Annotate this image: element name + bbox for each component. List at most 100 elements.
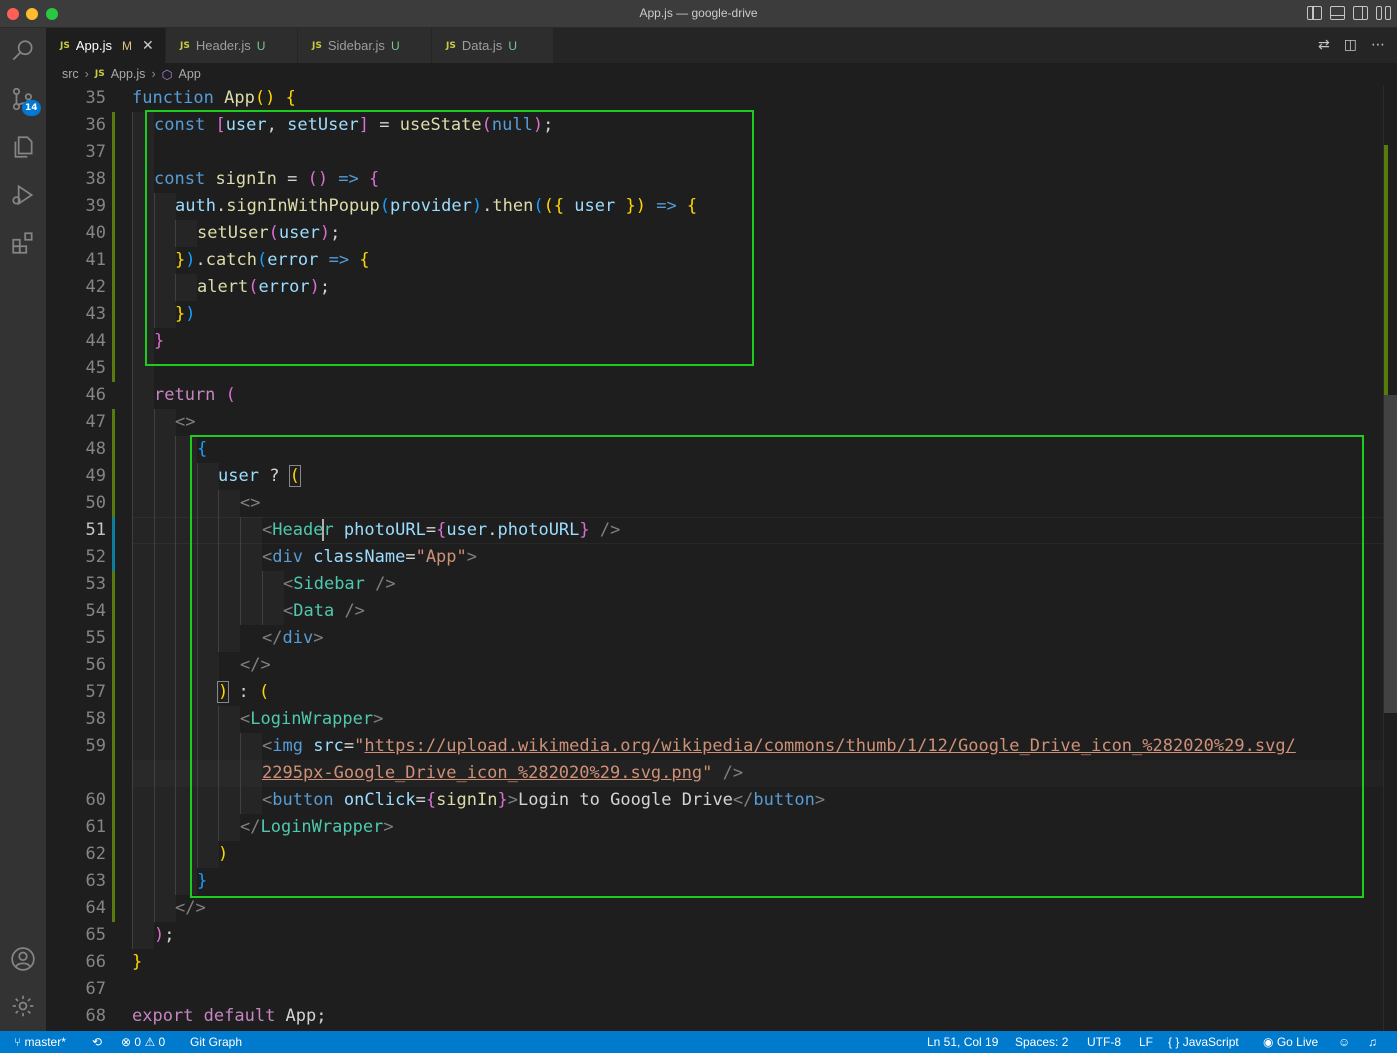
code-line: }	[132, 952, 143, 972]
braces-icon: { }	[1168, 1035, 1180, 1049]
status-bar: ⑂ master* ⟲ ⊗ 0 ⚠ 0 Git Graph Ln 51, Col…	[0, 1031, 1397, 1053]
extensions-icon[interactable]	[0, 220, 46, 266]
explorer-search-icon[interactable]	[0, 28, 46, 74]
scrollbar-thumb[interactable]	[1384, 395, 1397, 713]
line-number: 35	[85, 88, 106, 108]
go-live-button[interactable]: ◉ Go Live	[1263, 1035, 1318, 1049]
line-number: 41	[85, 250, 106, 270]
tab-data-js[interactable]: JS Data.js U	[432, 28, 554, 63]
tab-sidebar-js[interactable]: JS Sidebar.js U	[298, 28, 432, 63]
tab-label: App.js	[75, 38, 112, 53]
language-mode[interactable]: { } JavaScript	[1168, 1035, 1239, 1049]
tab-label: Data.js	[461, 38, 503, 53]
symbol-component-icon: ⬡	[161, 67, 173, 82]
tab-modified-indicator: M	[121, 38, 132, 53]
code-line: </>	[175, 898, 206, 918]
line-number: 66	[85, 952, 106, 972]
line-number: 62	[85, 844, 106, 864]
line-number: 56	[85, 655, 106, 675]
highlight-box-signin	[145, 110, 754, 366]
branch-status[interactable]: ⑂ master*	[14, 1035, 66, 1049]
breadcrumb-symbol[interactable]: App	[179, 67, 201, 81]
feedback-icon[interactable]: ☺	[1338, 1035, 1350, 1049]
line-number: 49	[85, 466, 106, 486]
line-number: 47	[85, 412, 106, 432]
line-number: 37	[85, 142, 106, 162]
line-number: 58	[85, 709, 106, 729]
tab-untracked-indicator: U	[508, 38, 517, 53]
line-number: 60	[85, 790, 106, 810]
cursor-position[interactable]: Ln 51, Col 19	[927, 1035, 998, 1049]
highlight-box-render	[190, 435, 1364, 898]
line-number: 54	[85, 601, 106, 621]
indentation-status[interactable]: Spaces: 2	[1015, 1035, 1068, 1049]
line-number: 38	[85, 169, 106, 189]
git-branch-icon: ⑂	[14, 1035, 22, 1049]
toggle-panel-icon[interactable]	[1330, 6, 1345, 20]
encoding-status[interactable]: UTF-8	[1087, 1035, 1121, 1049]
line-number: 48	[85, 439, 106, 459]
source-control-icon[interactable]: 14	[0, 76, 46, 122]
javascript-file-icon: JS	[446, 40, 456, 51]
line-number: 51	[85, 520, 106, 540]
layout-controls	[1307, 6, 1391, 20]
chevron-right-icon: ›	[151, 67, 156, 81]
line-number: 53	[85, 574, 106, 594]
code-line: function App() {	[132, 88, 296, 108]
run-debug-icon[interactable]	[0, 172, 46, 218]
javascript-file-icon: JS	[94, 69, 105, 79]
line-number: 65	[85, 925, 106, 945]
accounts-icon[interactable]	[0, 936, 46, 982]
line-number: 61	[85, 817, 106, 837]
error-icon: ⊗	[121, 1035, 132, 1049]
toggle-primary-sidebar-icon[interactable]	[1307, 6, 1322, 20]
title-bar: App.js — google-drive	[0, 0, 1397, 28]
javascript-file-icon: JS	[60, 40, 70, 51]
customize-layout-icon[interactable]	[1376, 6, 1391, 20]
eol-status[interactable]: LF	[1139, 1035, 1153, 1049]
chevron-right-icon: ›	[84, 67, 89, 81]
git-graph-button[interactable]: Git Graph	[190, 1035, 242, 1049]
line-number: 39	[85, 196, 106, 216]
breadcrumb-file[interactable]: App.js	[111, 67, 146, 81]
tab-app-js[interactable]: JS App.js M ✕	[46, 28, 166, 63]
code-line: return (	[154, 385, 236, 405]
tab-label: Sidebar.js	[327, 38, 385, 53]
code-editor[interactable]: 35 36 37 38 39 40 41 42 43 44 45 46 47 48 49 50 51 52 53 54…	[46, 85, 1397, 1031]
scrollbar-change-marker	[1384, 145, 1388, 395]
line-number: 40	[85, 223, 106, 243]
problems-status[interactable]: ⊗ 0 ⚠ 0	[121, 1035, 165, 1049]
line-number: 68	[85, 1006, 106, 1026]
explorer-icon[interactable]	[0, 124, 46, 170]
indent-guide	[154, 409, 176, 922]
breadcrumb: src › JS App.js › ⬡ App	[46, 63, 1397, 85]
line-number: 67	[85, 979, 106, 999]
line-number: 63	[85, 871, 106, 891]
close-icon[interactable]: ✕	[142, 37, 154, 54]
warning-icon: ⚠	[144, 1035, 156, 1049]
more-actions-icon[interactable]: ⋯	[1371, 37, 1385, 53]
toggle-secondary-sidebar-icon[interactable]	[1353, 6, 1368, 20]
code-line: export default App;	[132, 1006, 327, 1026]
line-number: 55	[85, 628, 106, 648]
sync-icon[interactable]: ⟲	[92, 1035, 102, 1049]
line-number: 45	[85, 358, 106, 378]
line-number-gutter: 35 36 37 38 39 40 41 42 43 44 45 46 47 48 49 50 51 52 53 54…	[46, 85, 114, 1031]
line-number: 59	[85, 736, 106, 756]
settings-gear-icon[interactable]	[0, 983, 46, 1029]
notifications-bell-icon[interactable]: ♫	[1368, 1035, 1377, 1049]
git-added-decoration	[112, 571, 115, 922]
breadcrumb-folder[interactable]: src	[62, 67, 79, 81]
git-modified-decoration	[112, 517, 115, 571]
editor-tab-bar: JS App.js M ✕ JS Header.js U JS Sidebar.…	[46, 28, 1397, 63]
tab-header-js[interactable]: JS Header.js U	[166, 28, 298, 63]
vertical-scrollbar[interactable]	[1383, 85, 1397, 1031]
scm-badge: 14	[22, 100, 41, 116]
javascript-file-icon: JS	[312, 40, 322, 51]
open-changes-icon[interactable]: ⇄	[1318, 37, 1330, 53]
line-number: 57	[85, 682, 106, 702]
split-editor-icon[interactable]: ◫	[1344, 37, 1357, 53]
tab-label: Header.js	[195, 38, 251, 53]
line-number: 64	[85, 898, 106, 918]
code-line: <>	[175, 412, 196, 432]
